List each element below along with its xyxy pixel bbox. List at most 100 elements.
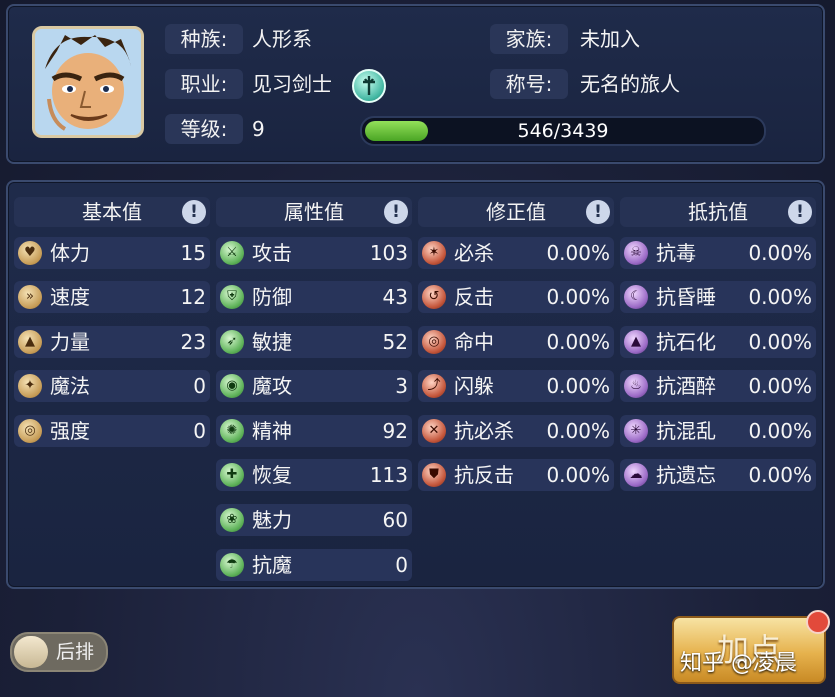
header-modifiers: 修正值 ! (418, 197, 614, 227)
spirit-icon: ✺ (220, 419, 244, 443)
stat-label: 抗必杀 (454, 419, 514, 443)
stat-row-spirit: ✺ 精神 92 (216, 415, 412, 447)
stat-value: 0.00% (748, 285, 812, 309)
critical-icon: ✶ (422, 241, 446, 265)
confusion-icon: ✳ (624, 419, 648, 443)
magic-attack-icon: ◉ (220, 374, 244, 398)
stat-row-petrify-resist: ▲ 抗石化 0.00% (620, 326, 816, 358)
petrify-icon: ▲ (624, 330, 648, 354)
stat-label: 魔法 (50, 374, 90, 398)
stat-value: 60 (382, 508, 408, 532)
stat-row-charm: ❀ 魅力 60 (216, 504, 412, 536)
stat-label: 魅力 (252, 508, 292, 532)
stat-row-critical: ✶ 必杀 0.00% (418, 237, 614, 269)
stat-label: 恢复 (252, 463, 292, 487)
stat-value: 0.00% (546, 419, 610, 443)
poison-icon: ☠ (624, 241, 648, 265)
stat-value: 52 (382, 330, 408, 354)
stat-value: 0.00% (748, 330, 812, 354)
stat-label: 抗昏睡 (656, 285, 716, 309)
stat-label: 必杀 (454, 241, 494, 265)
header-resistances: 抵抗值 ! (620, 197, 816, 227)
stat-label: 防御 (252, 285, 292, 309)
stat-value: 113 (369, 463, 408, 487)
info-modifiers-icon[interactable]: ! (586, 200, 610, 224)
back-row-label: 后排 (56, 641, 95, 663)
strength-icon: ▲ (18, 330, 42, 354)
job-label: 职业: (165, 69, 243, 99)
stat-value: 0.00% (748, 374, 812, 398)
stat-label: 攻击 (252, 241, 292, 265)
toughness-icon: ◎ (18, 419, 42, 443)
title-label: 称号: (490, 69, 568, 99)
stat-label: 抗反击 (454, 463, 514, 487)
stat-value: 0.00% (546, 285, 610, 309)
stat-row-anti-critical: ✕ 抗必杀 0.00% (418, 415, 614, 447)
header-modifiers-label: 修正值 (486, 200, 546, 224)
race-value: 人形系 (252, 27, 312, 51)
defense-icon: ⛨ (220, 285, 244, 309)
stat-value: 0.00% (748, 419, 812, 443)
dodge-icon: ⤴ (422, 374, 446, 398)
stat-value: 0.00% (546, 463, 610, 487)
toggle-knob[interactable] (14, 636, 48, 668)
job-emblem-icon[interactable] (352, 69, 386, 103)
stat-row-poison-resist: ☠ 抗毒 0.00% (620, 237, 816, 269)
stat-label: 抗酒醉 (656, 374, 716, 398)
attack-icon: ⚔ (220, 241, 244, 265)
stat-value: 103 (369, 241, 408, 265)
level-value: 9 (252, 117, 265, 141)
stat-label: 精神 (252, 419, 292, 443)
info-attributes-icon[interactable]: ! (384, 200, 408, 224)
stat-label: 魔攻 (252, 374, 292, 398)
stat-label: 力量 (50, 330, 90, 354)
stat-label: 抗石化 (656, 330, 716, 354)
notification-badge (806, 610, 830, 634)
header-attributes: 属性值 ! (216, 197, 412, 227)
family-label: 家族: (490, 24, 568, 54)
stat-row-attack: ⚔ 攻击 103 (216, 237, 412, 269)
stat-row-counter: ↺ 反击 0.00% (418, 281, 614, 313)
magic-icon: ✦ (18, 374, 42, 398)
info-resistances-icon[interactable]: ! (788, 200, 812, 224)
character-portrait (32, 26, 144, 138)
watermark: 知乎 @凌晨 (680, 651, 797, 676)
stat-label: 体力 (50, 241, 90, 265)
level-label: 等级: (165, 114, 243, 144)
stat-row-anti-counter: ⛊ 抗反击 0.00% (418, 459, 614, 491)
stat-value: 0.00% (546, 241, 610, 265)
stat-value: 43 (382, 285, 408, 309)
stat-value: 0.00% (546, 330, 610, 354)
title-value: 无名的旅人 (580, 72, 680, 96)
stat-label: 敏捷 (252, 330, 292, 354)
stat-label: 闪躲 (454, 374, 494, 398)
stat-label: 抗毒 (656, 241, 696, 265)
stat-label: 强度 (50, 419, 90, 443)
recovery-icon: ✚ (220, 463, 244, 487)
stat-label: 抗魔 (252, 553, 292, 577)
header-resistances-label: 抵抗值 (688, 200, 748, 224)
stat-value: 0.00% (748, 463, 812, 487)
header-attributes-label: 属性值 (284, 200, 344, 224)
portrait-face-icon (35, 29, 141, 135)
stat-row-toughness: ◎ 强度 0 (14, 415, 210, 447)
experience-text: 546/3439 (517, 120, 609, 142)
stat-label: 速度 (50, 285, 90, 309)
stat-row-strength: ▲ 力量 23 (14, 326, 210, 358)
stat-row-speed: » 速度 12 (14, 281, 210, 313)
stat-label: 抗混乱 (656, 419, 716, 443)
stat-value: 0 (193, 419, 206, 443)
anti-critical-icon: ✕ (422, 419, 446, 443)
stat-label: 抗遗忘 (656, 463, 716, 487)
back-row-toggle[interactable]: 后排 (10, 632, 108, 672)
stat-row-drunk-resist: ♨ 抗酒醉 0.00% (620, 370, 816, 402)
stat-label: 命中 (454, 330, 494, 354)
stat-value: 0 (193, 374, 206, 398)
stat-row-recovery: ✚ 恢复 113 (216, 459, 412, 491)
stat-row-magic-attack: ◉ 魔攻 3 (216, 370, 412, 402)
race-label: 种族: (165, 24, 243, 54)
info-basic-icon[interactable]: ! (182, 200, 206, 224)
family-value: 未加入 (580, 27, 640, 51)
drunk-icon: ♨ (624, 374, 648, 398)
stat-value: 3 (395, 374, 408, 398)
